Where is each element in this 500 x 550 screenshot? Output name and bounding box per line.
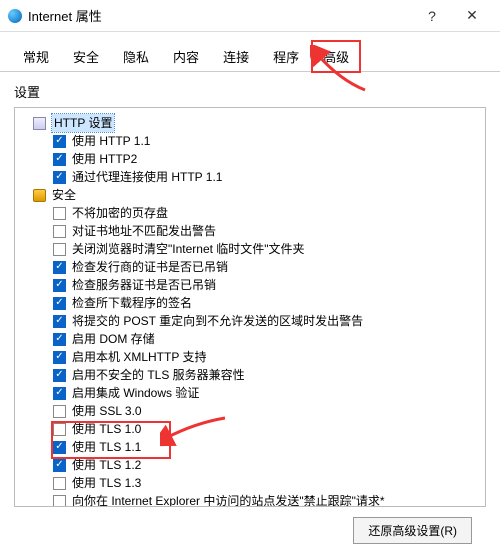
checkbox[interactable]: ✓	[53, 279, 66, 292]
tree-item-label: 启用不安全的 TLS 服务器兼容性	[72, 366, 245, 384]
tree-item-label: 对证书地址不匹配发出警告	[72, 222, 216, 240]
checkbox[interactable]: ✓	[53, 459, 66, 472]
help-button[interactable]: ?	[412, 8, 452, 24]
tree-item-label: HTTP 设置	[52, 114, 114, 132]
checkbox[interactable]: ✓	[53, 297, 66, 310]
tree-item-label: 使用 TLS 1.3	[72, 474, 141, 492]
checkbox[interactable]	[53, 477, 66, 490]
tree-header: 安全	[19, 186, 481, 204]
tree-item[interactable]: ✓ 检查所下载程序的签名	[19, 294, 481, 312]
tree-item-label: 不将加密的页存盘	[72, 204, 168, 222]
tree-item-label: 使用 SSL 3.0	[72, 402, 142, 420]
tree-item[interactable]: ✓ 启用集成 Windows 验证	[19, 384, 481, 402]
tree-item-label: 使用 TLS 1.0	[72, 420, 141, 438]
tree-item-label: 检查发行商的证书是否已吊销	[72, 258, 228, 276]
tab-6[interactable]: 高级	[312, 41, 360, 72]
tree-item-label: 检查服务器证书是否已吊销	[72, 276, 216, 294]
tree-item[interactable]: ✓ 启用不安全的 TLS 服务器兼容性	[19, 366, 481, 384]
checkbox[interactable]: ✓	[53, 441, 66, 454]
tree-item[interactable]: ✓ 使用 HTTP 1.1	[19, 132, 481, 150]
close-button[interactable]: ✕	[452, 7, 492, 24]
settings-tree[interactable]: HTTP 设置 ✓ 使用 HTTP 1.1 ✓ 使用 HTTP2 ✓ 通过代理连接使用 HT…	[14, 107, 486, 507]
checkbox[interactable]: ✓	[53, 153, 66, 166]
tree-item[interactable]: ✓ 使用 TLS 1.1	[19, 438, 481, 456]
tree-item[interactable]: 对证书地址不匹配发出警告	[19, 222, 481, 240]
tree-header: HTTP 设置	[19, 114, 481, 132]
tree-item[interactable]: ✓ 检查发行商的证书是否已吊销	[19, 258, 481, 276]
checkbox[interactable]	[53, 243, 66, 256]
checkbox[interactable]: ✓	[53, 387, 66, 400]
tree-item[interactable]: ✓ 将提交的 POST 重定向到不允许发送的区域时发出警告	[19, 312, 481, 330]
lock-icon	[33, 189, 46, 202]
tab-strip: 常规安全隐私内容连接程序高级	[0, 32, 500, 72]
tree-item-label: 向你在 Internet Explorer 中访问的站点发送"禁止跟踪"请求*	[72, 492, 385, 507]
tree-item-label: 通过代理连接使用 HTTP 1.1	[72, 168, 222, 186]
tree-item[interactable]: 关闭浏览器时清空"Internet 临时文件"文件夹	[19, 240, 481, 258]
doc-icon	[33, 117, 46, 130]
tree-item-label: 启用集成 Windows 验证	[72, 384, 199, 402]
tab-0[interactable]: 常规	[12, 41, 60, 72]
tab-5[interactable]: 程序	[262, 41, 310, 72]
checkbox[interactable]	[53, 423, 66, 436]
checkbox[interactable]	[53, 495, 66, 508]
tree-item[interactable]: ✓ 使用 HTTP2	[19, 150, 481, 168]
tree-item-label: 启用本机 XMLHTTP 支持	[72, 348, 206, 366]
tree-item-label: 使用 TLS 1.1	[72, 438, 141, 456]
tree-item[interactable]: ✓ 通过代理连接使用 HTTP 1.1	[19, 168, 481, 186]
tree-item[interactable]: ✓ 启用本机 XMLHTTP 支持	[19, 348, 481, 366]
checkbox[interactable]: ✓	[53, 261, 66, 274]
tab-4[interactable]: 连接	[212, 41, 260, 72]
restore-defaults-button[interactable]: 还原高级设置(R)	[353, 517, 472, 544]
checkbox[interactable]: ✓	[53, 351, 66, 364]
checkbox[interactable]: ✓	[53, 333, 66, 346]
tree-item[interactable]: 使用 SSL 3.0	[19, 402, 481, 420]
checkbox[interactable]	[53, 225, 66, 238]
tab-3[interactable]: 内容	[162, 41, 210, 72]
tree-item-label: 使用 HTTP 1.1	[72, 132, 150, 150]
tree-item[interactable]: 不将加密的页存盘	[19, 204, 481, 222]
checkbox[interactable]: ✓	[53, 369, 66, 382]
tree-item-label: 使用 TLS 1.2	[72, 456, 141, 474]
settings-label: 设置	[14, 82, 486, 101]
tab-1[interactable]: 安全	[62, 41, 110, 72]
tree-item[interactable]: 使用 TLS 1.3	[19, 474, 481, 492]
tree-item[interactable]: 向你在 Internet Explorer 中访问的站点发送"禁止跟踪"请求*	[19, 492, 481, 507]
app-icon	[8, 9, 22, 23]
checkbox[interactable]: ✓	[53, 171, 66, 184]
tree-item[interactable]: ✓ 使用 TLS 1.2	[19, 456, 481, 474]
checkbox[interactable]: ✓	[53, 315, 66, 328]
tree-item[interactable]: 使用 TLS 1.0	[19, 420, 481, 438]
tree-item[interactable]: ✓ 启用 DOM 存储	[19, 330, 481, 348]
tree-item-label: 安全	[52, 186, 76, 204]
checkbox[interactable]	[53, 207, 66, 220]
tree-item-label: 关闭浏览器时清空"Internet 临时文件"文件夹	[72, 240, 305, 258]
tab-2[interactable]: 隐私	[112, 41, 160, 72]
window-title: Internet 属性	[28, 6, 412, 25]
tree-item-label: 启用 DOM 存储	[72, 330, 155, 348]
tree-item-label: 将提交的 POST 重定向到不允许发送的区域时发出警告	[72, 312, 363, 330]
tree-item[interactable]: ✓ 检查服务器证书是否已吊销	[19, 276, 481, 294]
checkbox[interactable]	[53, 405, 66, 418]
tree-item-label: 检查所下载程序的签名	[72, 294, 192, 312]
checkbox[interactable]: ✓	[53, 135, 66, 148]
tree-item-label: 使用 HTTP2	[72, 150, 137, 168]
